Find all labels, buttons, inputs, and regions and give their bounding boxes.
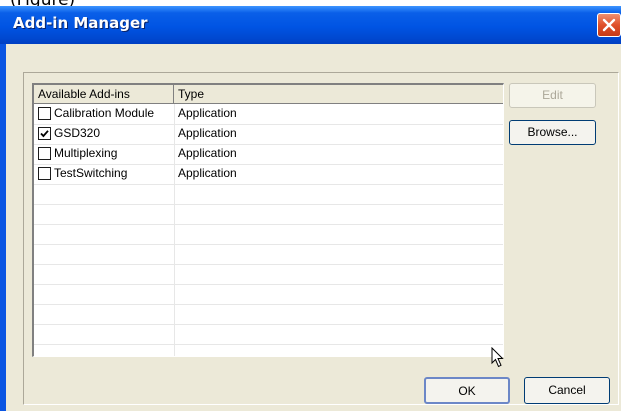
mouse-pointer-icon [491, 347, 504, 368]
add-in-checkbox[interactable] [38, 127, 51, 140]
browse-button[interactable]: Browse... [509, 120, 596, 145]
row-gridline [34, 284, 503, 285]
list-item[interactable]: Calibration Module Application [34, 104, 503, 124]
add-in-name: Calibration Module [54, 106, 155, 120]
row-gridline [34, 304, 503, 305]
add-in-checkbox[interactable] [38, 147, 51, 160]
add-in-type: Application [178, 166, 237, 180]
add-in-checkbox[interactable] [38, 167, 51, 180]
row-gridline [34, 324, 503, 325]
list-item[interactable]: Multiplexing Application [34, 144, 503, 164]
list-item[interactable]: GSD320 Application [34, 124, 503, 144]
add-ins-list[interactable]: Available Add-ins Type Calibration Modul… [32, 83, 504, 357]
column-header-available-add-ins[interactable]: Available Add-ins [34, 85, 174, 104]
add-in-type: Application [178, 126, 237, 140]
row-gridline [34, 184, 503, 185]
checkmark-icon [40, 130, 49, 138]
window-title: Add-in Manager [13, 14, 148, 32]
row-gridline [34, 244, 503, 245]
row-gridline [34, 344, 503, 345]
column-header-type[interactable]: Type [174, 85, 503, 104]
edit-button[interactable]: Edit [509, 83, 596, 108]
dialog-client-area: Available Add-ins Type Calibration Modul… [6, 44, 621, 411]
close-icon [602, 18, 616, 32]
add-in-type: Application [178, 106, 237, 120]
row-gridline [34, 224, 503, 225]
list-item[interactable]: TestSwitching Application [34, 164, 503, 184]
row-gridline [34, 264, 503, 265]
add-in-type: Application [178, 146, 237, 160]
add-in-name: GSD320 [54, 126, 101, 140]
close-button[interactable] [597, 13, 621, 37]
ok-button[interactable]: OK [424, 377, 510, 404]
add-in-checkbox[interactable] [38, 107, 51, 120]
add-in-name: TestSwitching [54, 166, 128, 180]
add-in-manager-dialog: Add-in Manager Available Add-ins Type Ca… [0, 6, 621, 411]
title-bar[interactable]: Add-in Manager [0, 6, 621, 44]
cancel-button[interactable]: Cancel [524, 377, 610, 404]
row-gridline [34, 204, 503, 205]
add-in-name: Multiplexing [54, 146, 118, 160]
